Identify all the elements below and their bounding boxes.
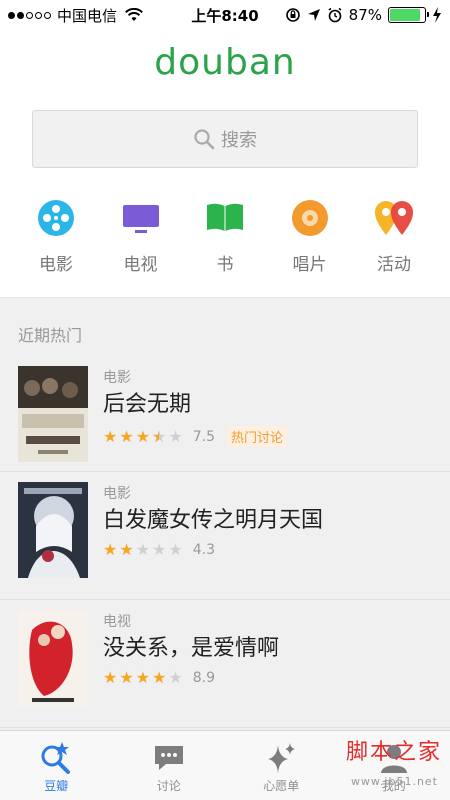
signal-strength-icon	[8, 11, 51, 19]
star-half-icon: ★	[152, 428, 166, 445]
category-label: 电视	[123, 255, 158, 275]
rating: ★ ★ ★ ★ ★ 4.3	[103, 542, 323, 559]
tab-label: 豆瓣	[44, 779, 69, 793]
chat-bubble-icon	[152, 741, 186, 775]
tv-icon	[119, 196, 163, 240]
category-event[interactable]: 活动	[358, 196, 430, 275]
item-title: 后会无期	[103, 392, 192, 417]
tab-discussion[interactable]: 讨论	[113, 731, 226, 800]
star-empty-icon: ★	[152, 540, 167, 559]
category-book[interactable]: 书	[189, 196, 261, 275]
star-empty-icon: ★	[135, 540, 151, 559]
rating-score: 7.5	[192, 428, 215, 445]
location-arrow-icon	[307, 9, 320, 21]
item-type: 电视	[103, 614, 131, 630]
rating-score: 8.9	[192, 670, 215, 686]
poster-image	[18, 366, 88, 462]
tab-douban[interactable]: 豆瓣	[0, 731, 113, 800]
item-title: 没关系，是爱情啊	[103, 636, 280, 661]
star-rating: ★ ★ ★ ★ ★	[103, 426, 183, 446]
record-icon	[288, 196, 332, 240]
item-type: 电影	[103, 486, 131, 502]
category-label: 书	[216, 255, 234, 275]
star-full-icon: ★	[103, 668, 118, 687]
alarm-icon	[328, 7, 342, 23]
star-full-icon: ★	[119, 668, 134, 687]
sparkle-icon	[264, 741, 298, 775]
category-label: 活动	[377, 255, 411, 275]
charging-bolt-icon	[433, 7, 441, 23]
section-title: 近期热门	[0, 298, 450, 356]
tab-wishlist[interactable]: 心愿单	[225, 731, 338, 800]
star-rating: ★ ★ ★ ★ ★	[103, 670, 183, 686]
star-full-icon: ★	[103, 540, 118, 559]
category-movie[interactable]: 电影	[20, 196, 92, 275]
category-label: 电影	[39, 255, 73, 275]
search-icon	[194, 129, 215, 150]
app-logo: douban	[154, 42, 296, 83]
status-bar: 中国电信 上午8:40 87%	[0, 0, 450, 30]
douban-search-star-icon	[39, 741, 73, 775]
film-reel-icon	[34, 196, 78, 240]
star-empty-icon: ★	[168, 426, 183, 446]
watermark-logo: 脚本之家	[345, 740, 442, 765]
wifi-icon	[125, 8, 143, 21]
category-nav: 电影 电视 书 唱片 活动	[0, 168, 450, 275]
poster-image	[18, 610, 88, 706]
tab-label: 心愿单	[263, 779, 300, 793]
list-item[interactable]: 电影 白发魔女传之明月天国 ★ ★ ★ ★ ★ 4.3	[0, 472, 450, 600]
star-empty-icon: ★	[168, 540, 183, 559]
item-type: 电影	[103, 370, 131, 386]
star-full-icon: ★	[135, 426, 151, 446]
item-title: 白发魔女传之明月天国	[103, 508, 324, 533]
star-full-icon: ★	[119, 540, 134, 559]
star-full-icon: ★	[103, 426, 118, 446]
star-full-icon: ★	[135, 668, 151, 687]
watermark-url: www.jb51.net	[350, 775, 438, 788]
star-rating: ★ ★ ★ ★ ★	[103, 542, 183, 558]
tab-bar: 豆瓣 讨论 心愿单 我的 脚本之家 www.jb51.net	[0, 730, 450, 800]
rotation-lock-icon	[285, 8, 300, 22]
rating-score: 4.3	[192, 542, 215, 558]
category-tv[interactable]: 电视	[105, 196, 177, 275]
rating: ★ ★ ★ ★ ★ 8.9	[103, 670, 279, 687]
tab-label: 讨论	[156, 779, 181, 793]
battery-icon	[388, 7, 429, 23]
category-label: 唱片	[292, 255, 327, 275]
book-icon	[203, 196, 247, 240]
list-item[interactable]: 电影 后会无期 ★★★★★ 7.5 热门讨论	[0, 356, 450, 472]
category-music[interactable]: 唱片	[274, 196, 346, 275]
poster-image	[18, 482, 88, 578]
star-empty-icon: ★	[168, 668, 183, 687]
rating: ★★★★★ 7.5 热门讨论	[103, 426, 287, 447]
location-pins-icon	[372, 196, 416, 240]
star-full-icon: ★	[119, 426, 134, 446]
battery-percent: 87%	[348, 6, 382, 24]
trending-list: 电影 后会无期 ★★★★★ 7.5 热门讨论 电影 白发魔女传之明月天国	[0, 356, 450, 728]
star-full-icon: ★	[152, 668, 167, 687]
carrier-name: 中国电信	[57, 6, 118, 25]
battery-level	[390, 9, 420, 21]
search-bar[interactable]: 搜索	[32, 110, 418, 168]
hot-discussion-tag: 热门讨论	[226, 426, 287, 447]
header-section: douban 搜索 电影 电视 书 唱片 活动	[0, 30, 450, 298]
list-item[interactable]: 电视 没关系，是爱情啊 ★ ★ ★ ★ ★ 8.9	[0, 600, 450, 728]
search-placeholder: 搜索	[221, 130, 257, 151]
